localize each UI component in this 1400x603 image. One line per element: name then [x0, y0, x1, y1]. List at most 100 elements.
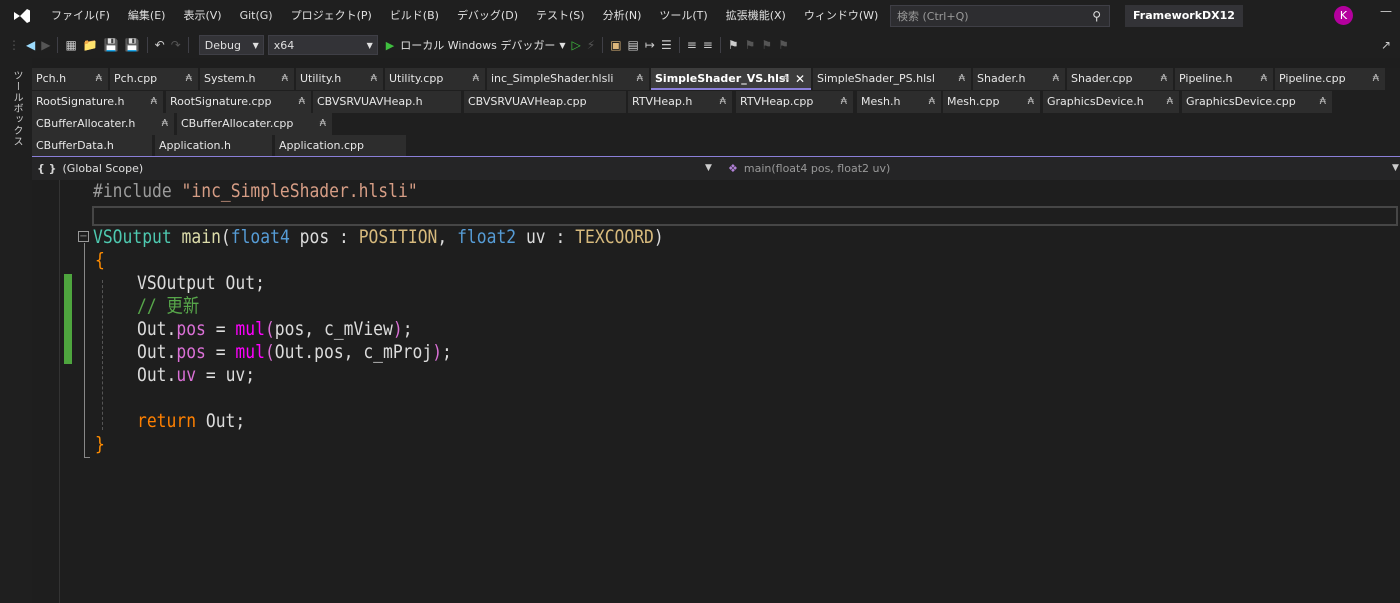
pin-icon[interactable]: ₳	[162, 113, 168, 135]
solution-explorer-icon[interactable]: ▣	[610, 38, 621, 52]
tab-pipeline-h[interactable]: Pipeline.h ₳	[1175, 68, 1273, 90]
menu-window[interactable]: ウィンドウ(W)	[795, 0, 887, 32]
pin-icon[interactable]: ₳	[1320, 91, 1326, 113]
start-without-debugging-icon[interactable]: ▷	[572, 38, 581, 52]
bookmark-icon[interactable]: ⚑	[728, 38, 739, 52]
next-bookmark-icon[interactable]: ⚑	[761, 38, 772, 52]
tab-shader-cpp[interactable]: Shader.cpp ₳	[1067, 68, 1173, 90]
save-all-icon[interactable]: 💾	[125, 38, 140, 52]
tab-shader-h[interactable]: Shader.h ₳	[973, 68, 1065, 90]
start-debugging-button[interactable]: ▶ ローカル Windows デバッガー ▼	[386, 37, 566, 53]
tab-cbvsrvuavheap-cpp[interactable]: CBVSRVUAVHeap.cpp	[464, 91, 626, 113]
tab-cbufferallocater-h[interactable]: CBufferAllocater.h ₳	[32, 113, 174, 135]
visual-studio-logo-icon[interactable]	[12, 6, 32, 26]
menu-git[interactable]: Git(G)	[231, 0, 282, 32]
clear-bookmarks-icon[interactable]: ⚑	[778, 38, 789, 52]
prev-bookmark-icon[interactable]: ⚑	[745, 38, 756, 52]
pin-icon[interactable]: ₳	[1053, 68, 1059, 90]
chevron-down-icon[interactable]: ▼	[705, 159, 712, 178]
search-input[interactable]: 検索 (Ctrl+Q) ⚲	[890, 5, 1110, 27]
share-icon[interactable]: ↗	[1381, 38, 1391, 52]
tab-mesh-h[interactable]: Mesh.h ₳	[857, 91, 941, 113]
collapse-icon[interactable]: −	[78, 231, 89, 242]
tab-utility-cpp[interactable]: Utility.cpp ₳	[385, 68, 485, 90]
tab-rtvheap-h[interactable]: RTVHeap.h ₳	[628, 91, 732, 113]
open-folder-icon[interactable]: 📁	[83, 38, 98, 52]
pin-icon[interactable]: ₳	[1028, 91, 1034, 113]
redo-icon[interactable]: ↷	[171, 38, 181, 52]
menu-analyze[interactable]: 分析(N)	[594, 0, 651, 32]
pin-icon[interactable]: ₳	[959, 68, 965, 90]
menu-view[interactable]: 表示(V)	[174, 0, 230, 32]
close-icon[interactable]: ✕	[795, 68, 805, 90]
tab-inc-simpleshader-hlsli[interactable]: inc_SimpleShader.hlsli ₳	[487, 68, 649, 90]
tab-pipeline-cpp[interactable]: Pipeline.cpp ₳	[1275, 68, 1385, 90]
tab-mesh-cpp[interactable]: Mesh.cpp ₳	[943, 91, 1040, 113]
format-icon[interactable]: ☰	[661, 38, 672, 52]
pin-icon[interactable]: ₳	[299, 91, 305, 113]
glyph-margin[interactable]	[32, 180, 60, 603]
uncomment-icon[interactable]: ≡	[703, 38, 713, 52]
save-icon[interactable]: 💾	[104, 38, 119, 52]
tab-application-h[interactable]: Application.h	[155, 135, 272, 157]
minimize-button[interactable]: —	[1380, 4, 1392, 18]
tab-simpleshader-vs-hlsl[interactable]: SimpleShader_VS.hlsl ₳ ✕	[651, 68, 811, 90]
tab-utility-h[interactable]: Utility.h ₳	[296, 68, 383, 90]
pin-icon[interactable]: ₳	[151, 91, 157, 113]
tab-pch-h[interactable]: Pch.h ₳	[32, 68, 108, 90]
code-editor[interactable]: − #include "inc_SimpleShader.hlsli" VSOu…	[32, 180, 1400, 603]
tab-cbufferdata-h[interactable]: CBufferData.h	[32, 135, 152, 157]
step-icon[interactable]: ↦	[645, 38, 655, 52]
tab-graphicsdevice-cpp[interactable]: GraphicsDevice.cpp ₳	[1182, 91, 1332, 113]
menu-edit[interactable]: 編集(E)	[119, 0, 175, 32]
pin-icon[interactable]: ₳	[783, 68, 789, 90]
pin-icon[interactable]: ₳	[186, 68, 192, 90]
pin-icon[interactable]: ₳	[473, 68, 479, 90]
menu-extensions[interactable]: 拡張機能(X)	[717, 0, 795, 32]
pin-icon[interactable]: ₳	[1167, 91, 1173, 113]
member-dropdown[interactable]: ❖ main(float4 pos, float2 uv)	[722, 159, 1398, 178]
chevron-down-icon[interactable]: ▼	[1392, 159, 1399, 178]
scope-dropdown[interactable]: { } (Global Scope)	[32, 159, 718, 178]
search-icon[interactable]: ⚲	[1092, 9, 1101, 23]
undo-icon[interactable]: ↶	[155, 38, 165, 52]
platform-dropdown[interactable]: x64 ▼	[267, 35, 378, 55]
menu-build[interactable]: ビルド(B)	[381, 0, 448, 32]
navigate-forward-icon[interactable]: ▶	[41, 38, 50, 52]
new-project-icon[interactable]: ▦	[65, 38, 76, 52]
tab-simpleshader-ps-hlsl[interactable]: SimpleShader_PS.hlsl ₳	[813, 68, 971, 90]
chevron-down-icon[interactable]: ▼	[559, 41, 565, 50]
pin-icon[interactable]: ₳	[841, 91, 847, 113]
pin-icon[interactable]: ₳	[720, 91, 726, 113]
tab-graphicsdevice-h[interactable]: GraphicsDevice.h ₳	[1043, 91, 1179, 113]
pin-icon[interactable]: ₳	[637, 68, 643, 90]
tab-rootsignature-h[interactable]: RootSignature.h ₳	[32, 91, 163, 113]
menu-tools[interactable]: ツール(T)	[650, 0, 716, 32]
pin-icon[interactable]: ₳	[282, 68, 288, 90]
tab-system-h[interactable]: System.h ₳	[200, 68, 294, 90]
tab-rtvheap-cpp[interactable]: RTVHeap.cpp ₳	[736, 91, 853, 113]
tab-cbvsrvuavheap-h[interactable]: CBVSRVUAVHeap.h	[313, 91, 461, 113]
tab-rootsignature-cpp[interactable]: RootSignature.cpp ₳	[166, 91, 311, 113]
pin-icon[interactable]: ₳	[1161, 68, 1167, 90]
pin-icon[interactable]: ₳	[1261, 68, 1267, 90]
menu-test[interactable]: テスト(S)	[527, 0, 594, 32]
menu-file[interactable]: ファイル(F)	[42, 0, 119, 32]
toolbox-tab[interactable]: ツールボックス	[9, 70, 24, 147]
tab-pch-cpp[interactable]: Pch.cpp ₳	[110, 68, 198, 90]
hot-reload-icon[interactable]: ⚡	[587, 38, 595, 52]
pin-icon[interactable]: ₳	[96, 68, 102, 90]
avatar[interactable]: K	[1334, 6, 1353, 25]
menu-debug[interactable]: デバッグ(D)	[448, 0, 527, 32]
navigate-back-icon[interactable]: ◀	[26, 38, 35, 52]
menu-project[interactable]: プロジェクト(P)	[282, 0, 381, 32]
pin-icon[interactable]: ₳	[371, 68, 377, 90]
pin-icon[interactable]: ₳	[929, 91, 935, 113]
pin-icon[interactable]: ₳	[320, 113, 326, 135]
tab-cbufferallocater-cpp[interactable]: CBufferAllocater.cpp ₳	[177, 113, 332, 135]
tab-application-cpp[interactable]: Application.cpp	[275, 135, 406, 157]
pin-icon[interactable]: ₳	[1373, 68, 1379, 90]
window-layout-icon[interactable]: ▤	[628, 38, 639, 52]
configuration-dropdown[interactable]: Debug ▼	[198, 35, 264, 55]
comment-icon[interactable]: ≡	[687, 38, 697, 52]
